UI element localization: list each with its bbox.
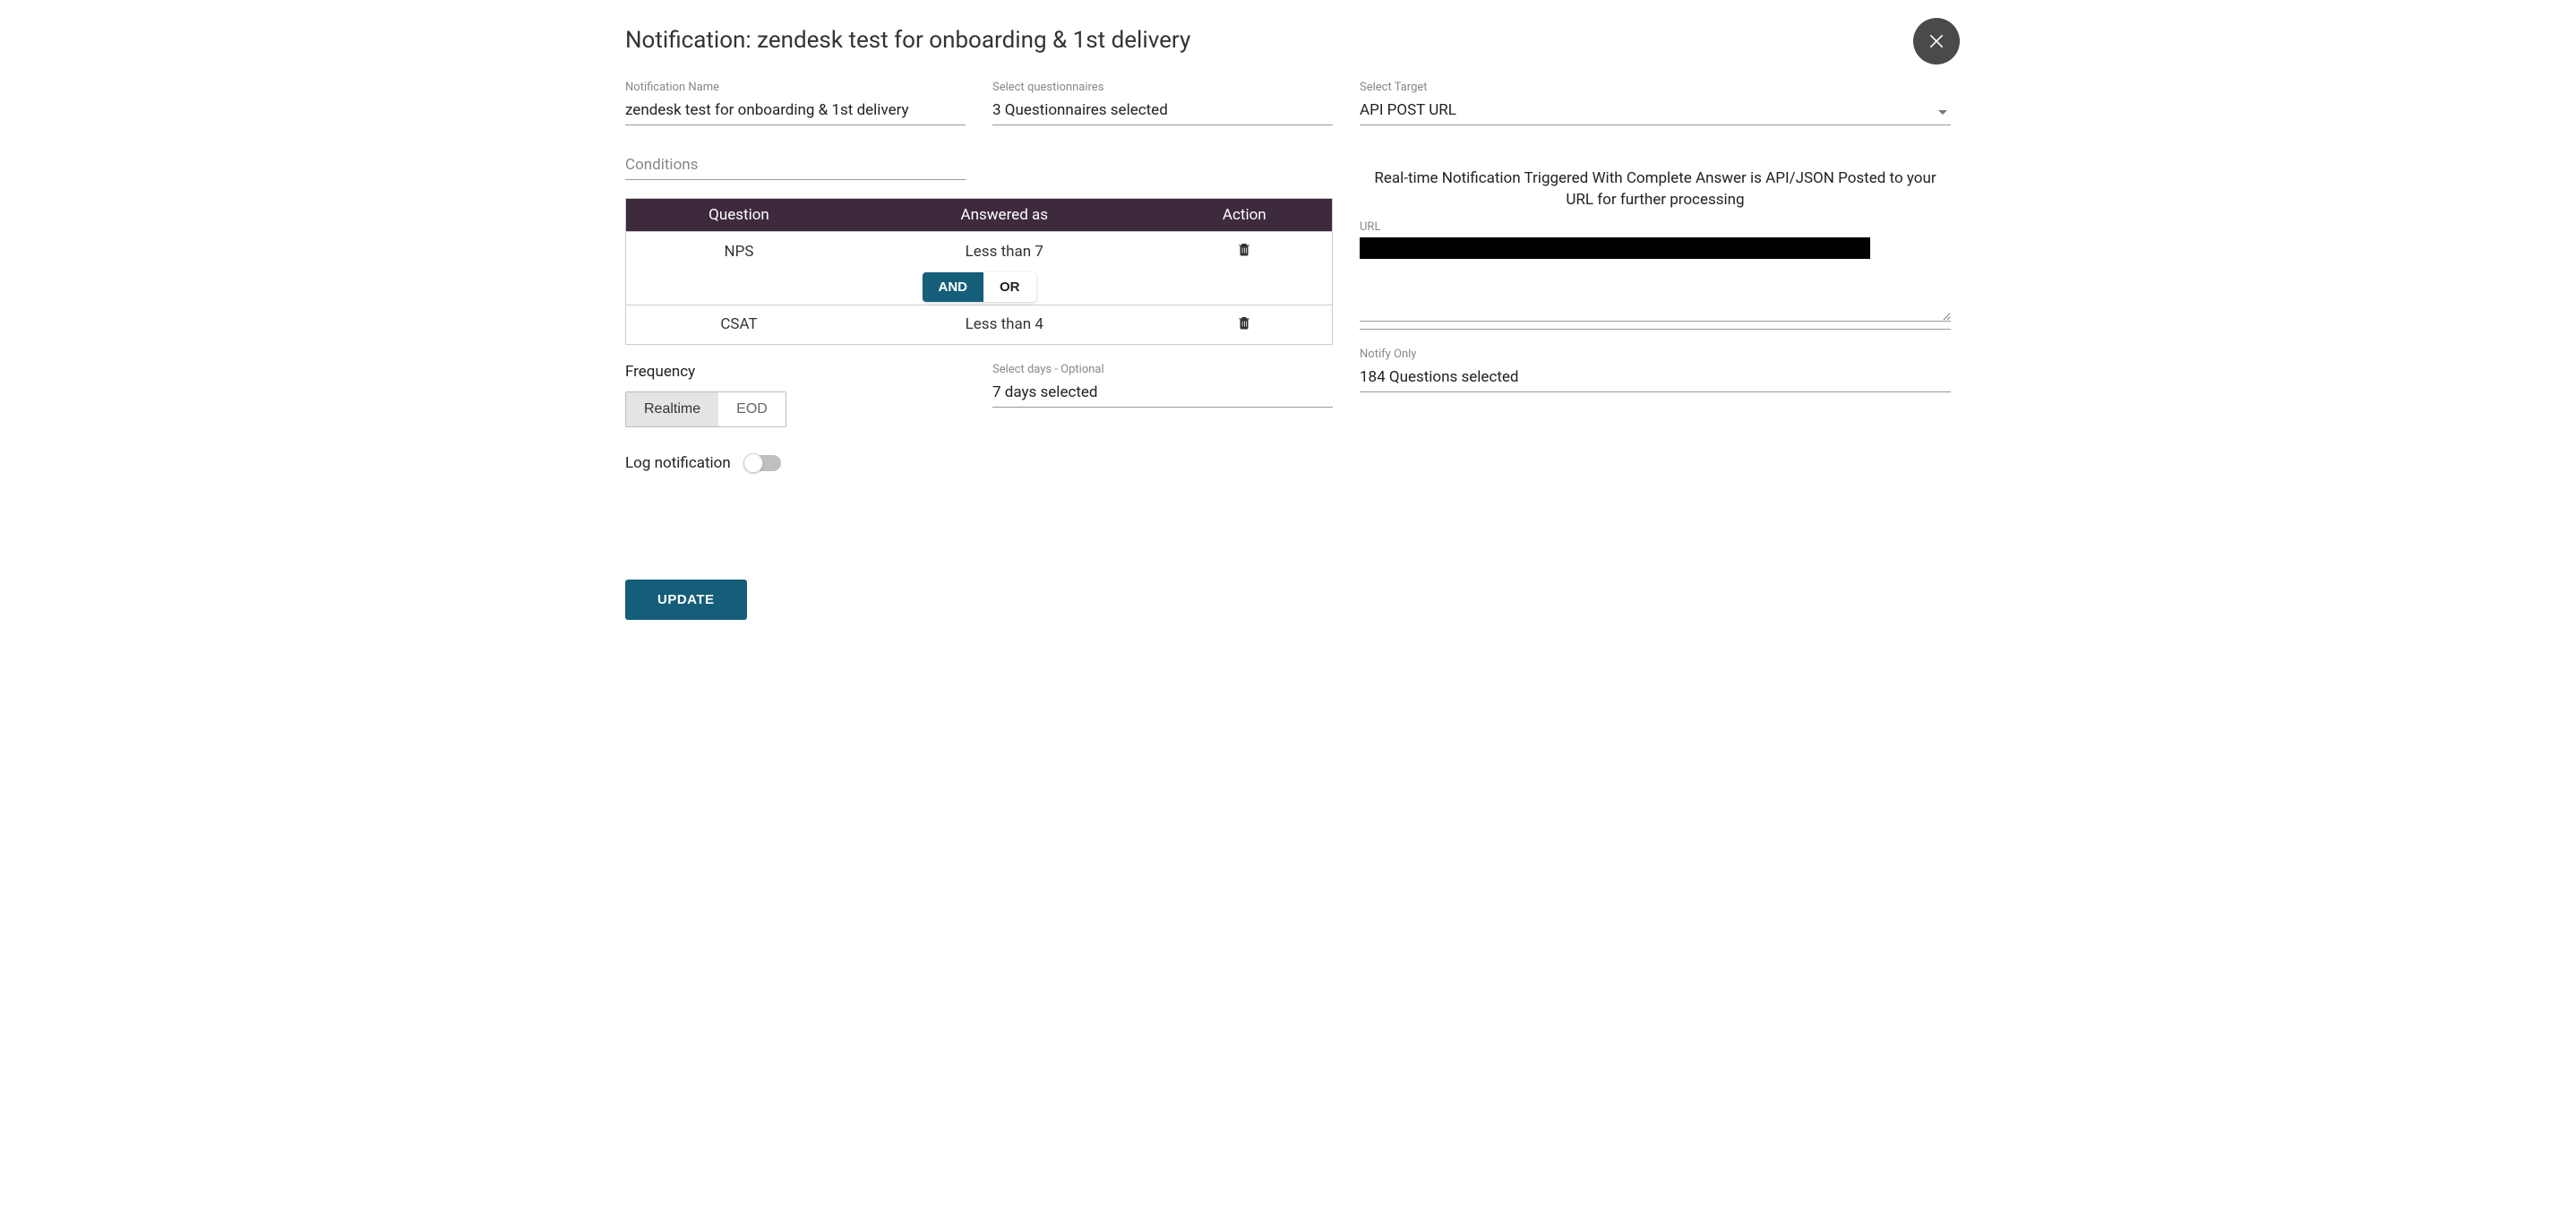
delete-condition-button[interactable] (1236, 244, 1252, 262)
conditions-field: Conditions (625, 152, 966, 180)
update-button[interactable]: UPDATE (625, 580, 747, 620)
chevron-down-icon (1938, 110, 1947, 115)
target-field: Select Target API POST URL (1360, 81, 1951, 125)
target-label: Select Target (1360, 81, 1951, 94)
col-answered: Answered as (852, 199, 1157, 232)
toggle-knob-icon (743, 453, 763, 473)
notification-name-label: Notification Name (625, 81, 966, 94)
url-redacted-value (1360, 237, 1870, 259)
operator-or-button[interactable]: OR (983, 272, 1036, 302)
col-action: Action (1157, 199, 1333, 232)
trash-icon (1236, 314, 1252, 331)
close-button[interactable] (1913, 18, 1960, 64)
page-title: Notification: zendesk test for onboardin… (625, 27, 1951, 54)
questionnaires-field: Select questionnaires 3 Questionnaires s… (992, 81, 1333, 125)
trash-icon (1236, 241, 1252, 257)
notify-only-field: Notify Only 184 Questions selected (1360, 348, 1951, 392)
days-field: Select days - Optional 7 days selected (992, 363, 1333, 427)
url-field: URL (1360, 220, 1951, 330)
operator-row: AND OR (626, 271, 1333, 305)
page-title-name: zendesk test for onboarding & 1st delive… (757, 27, 1190, 54)
conditions-table: Question Answered as Action NPS Less tha… (625, 198, 1333, 345)
log-notification-toggle[interactable] (745, 455, 781, 471)
frequency-realtime-button[interactable]: Realtime (626, 392, 718, 426)
log-notification-label: Log notification (625, 454, 731, 472)
url-input[interactable] (1360, 277, 1951, 322)
operator-toggle: AND OR (923, 272, 1036, 302)
frequency-field: Frequency Realtime EOD (625, 363, 966, 427)
target-select[interactable]: API POST URL (1360, 98, 1951, 125)
table-row: CSAT Less than 4 (626, 305, 1333, 344)
col-question: Question (626, 199, 853, 232)
notify-only-select[interactable]: 184 Questions selected (1360, 365, 1951, 392)
frequency-eod-button[interactable]: EOD (718, 392, 786, 426)
frequency-toggle: Realtime EOD (625, 391, 786, 427)
frequency-label: Frequency (625, 363, 966, 381)
delete-condition-button[interactable] (1236, 317, 1252, 335)
cond-question: NPS (626, 232, 853, 271)
days-select[interactable]: 7 days selected (992, 380, 1333, 408)
questionnaires-label: Select questionnaires (992, 81, 1333, 94)
url-label: URL (1360, 220, 1951, 234)
operator-and-button[interactable]: AND (923, 272, 984, 302)
notify-only-label: Notify Only (1360, 348, 1951, 361)
cond-answered: Less than 4 (852, 305, 1157, 344)
cond-answered: Less than 7 (852, 232, 1157, 271)
page-title-prefix: Notification: (625, 27, 757, 54)
close-icon (1928, 32, 1945, 50)
questionnaires-select[interactable]: 3 Questionnaires selected (992, 98, 1333, 125)
days-label: Select days - Optional (992, 363, 1333, 376)
notification-name-field: Notification Name zendesk test for onboa… (625, 81, 966, 125)
notification-name-input[interactable]: zendesk test for onboarding & 1st delive… (625, 98, 966, 125)
conditions-input[interactable]: Conditions (625, 152, 966, 180)
cond-question: CSAT (626, 305, 853, 344)
target-description: Real-time Notification Triggered With Co… (1360, 168, 1951, 211)
table-row: NPS Less than 7 (626, 232, 1333, 271)
